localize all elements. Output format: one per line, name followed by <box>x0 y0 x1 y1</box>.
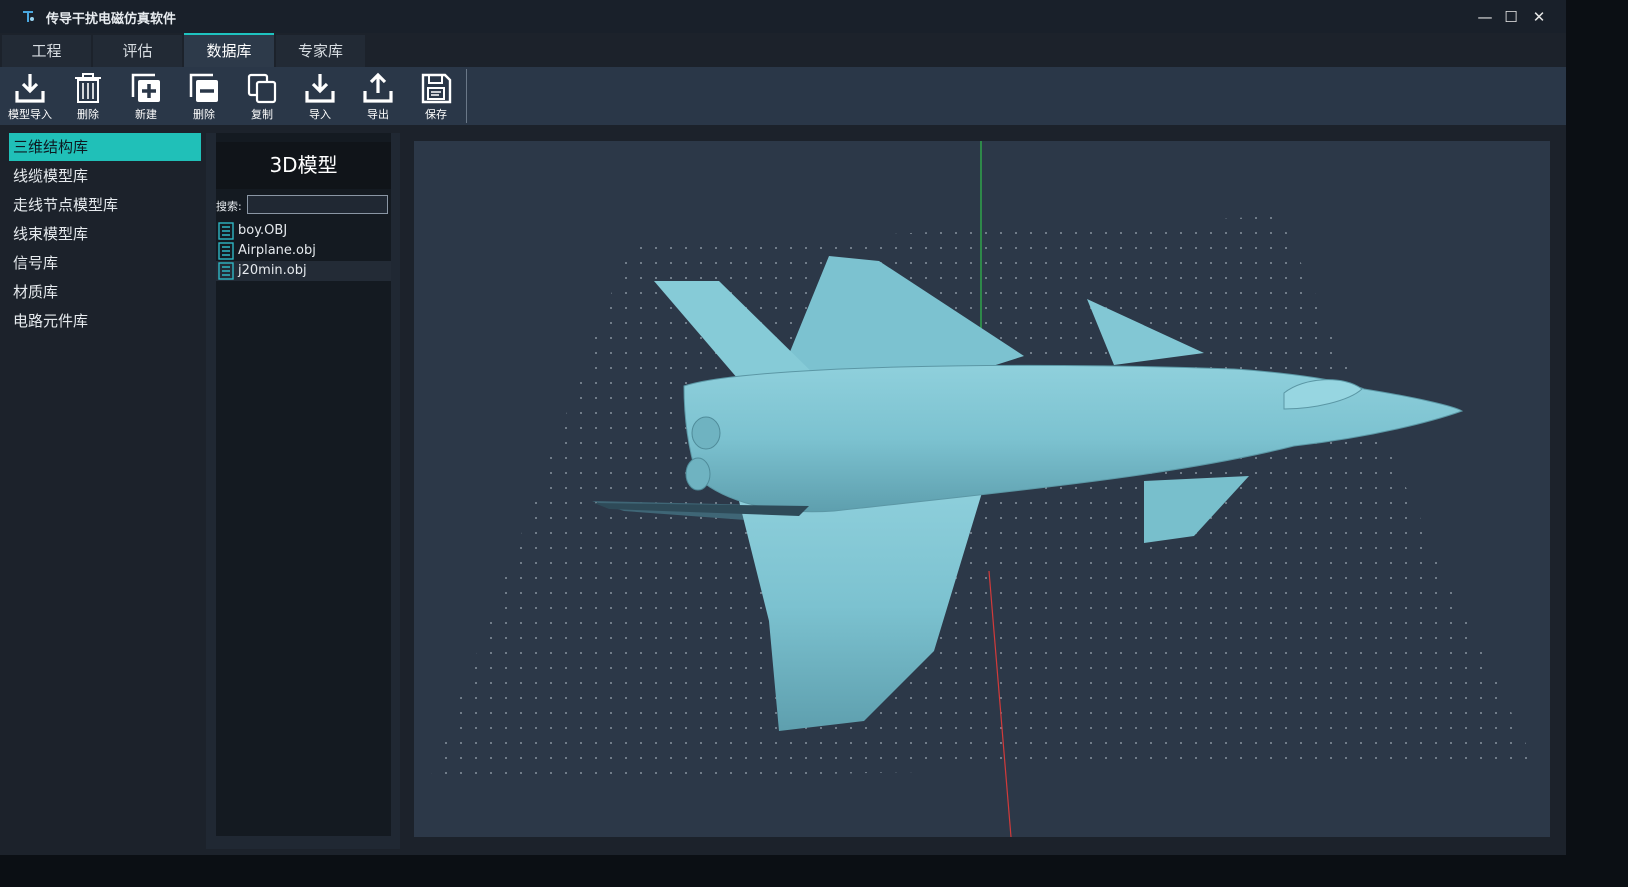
save-icon <box>421 73 452 104</box>
3d-viewport[interactable] <box>414 141 1550 837</box>
file-name: boy.OBJ <box>238 223 288 238</box>
tab-expert-library[interactable]: 专家库 <box>276 35 365 67</box>
copy-icon <box>247 73 277 104</box>
maximize-button[interactable]: ☐ <box>1500 6 1522 28</box>
tab-project[interactable]: 工程 <box>2 35 91 67</box>
toolbar-divider <box>466 69 467 123</box>
list-file-icon <box>218 222 234 240</box>
tab-database[interactable]: 数据库 <box>184 33 274 67</box>
file-name: Airplane.obj <box>238 243 316 258</box>
sidebar-item-routing-node[interactable]: 走线节点模型库 <box>9 191 201 219</box>
export-icon <box>363 72 393 103</box>
title-bar: 传导干扰电磁仿真软件 — ☐ ✕ <box>0 0 1566 33</box>
sidebar-item-harness-model[interactable]: 线束模型库 <box>9 220 201 248</box>
model-import-label: 模型导入 <box>8 108 52 121</box>
sidebar-item-3d-structure[interactable]: 三维结构库 <box>9 133 201 161</box>
model-import-button[interactable]: 模型导入 <box>4 71 56 123</box>
file-name: j20min.obj <box>238 263 307 278</box>
app-title: 传导干扰电磁仿真软件 <box>46 12 177 27</box>
delete-label: 删除 <box>77 108 99 121</box>
trash-icon <box>75 73 101 103</box>
sidebar-item-material[interactable]: 材质库 <box>9 278 201 306</box>
file-item-boy[interactable]: boy.OBJ <box>216 221 391 241</box>
sidebar-item-circuit-component[interactable]: 电路元件库 <box>9 307 201 335</box>
app-logo-icon <box>23 11 34 22</box>
tab-evaluation[interactable]: 评估 <box>93 35 182 67</box>
panel-title: 3D模型 <box>216 142 391 189</box>
delete-button[interactable]: 删除 <box>62 71 114 123</box>
library-sidebar: 三维结构库 线缆模型库 走线节点模型库 线束模型库 信号库 材质库 电路元件库 <box>0 125 206 855</box>
save-button[interactable]: 保存 <box>410 71 462 123</box>
new-label: 新建 <box>135 108 157 121</box>
file-item-airplane[interactable]: Airplane.obj <box>216 241 391 261</box>
import-button[interactable]: 导入 <box>294 71 346 123</box>
3d-scene <box>429 141 1534 837</box>
remove-label: 删除 <box>193 108 215 121</box>
sidebar-item-cable-model[interactable]: 线缆模型库 <box>9 162 201 190</box>
import-icon <box>305 74 335 103</box>
file-item-j20min[interactable]: j20min.obj <box>216 261 391 281</box>
remove-icon <box>189 73 218 102</box>
main-tabs: 工程 评估 数据库 专家库 <box>0 33 1566 67</box>
new-button[interactable]: 新建 <box>120 71 172 123</box>
remove-button[interactable]: 删除 <box>178 71 230 123</box>
sidebar-item-signal[interactable]: 信号库 <box>9 249 201 277</box>
model-panel: 3D模型 搜索: boy.OBJ Airplane.obj j20min.obj <box>206 133 400 849</box>
toolbar: 模型导入 删除 新建 删除 复制 导入 导出 保存 <box>0 67 1566 125</box>
close-button[interactable]: ✕ <box>1528 6 1550 28</box>
search-input[interactable] <box>247 195 388 214</box>
import-label: 导入 <box>309 108 331 121</box>
save-label: 保存 <box>425 108 447 121</box>
list-file-icon <box>218 242 234 260</box>
app-window: 传导干扰电磁仿真软件 — ☐ ✕ 工程 评估 数据库 专家库 模型导入 删除 新… <box>0 0 1566 855</box>
list-file-icon <box>218 262 234 280</box>
copy-button[interactable]: 复制 <box>236 71 288 123</box>
export-label: 导出 <box>367 108 389 121</box>
export-button[interactable]: 导出 <box>352 71 404 123</box>
search-label: 搜索: <box>216 200 242 213</box>
copy-label: 复制 <box>251 108 273 121</box>
minimize-button[interactable]: — <box>1474 6 1496 28</box>
new-icon <box>131 73 160 102</box>
download-icon <box>15 74 45 103</box>
